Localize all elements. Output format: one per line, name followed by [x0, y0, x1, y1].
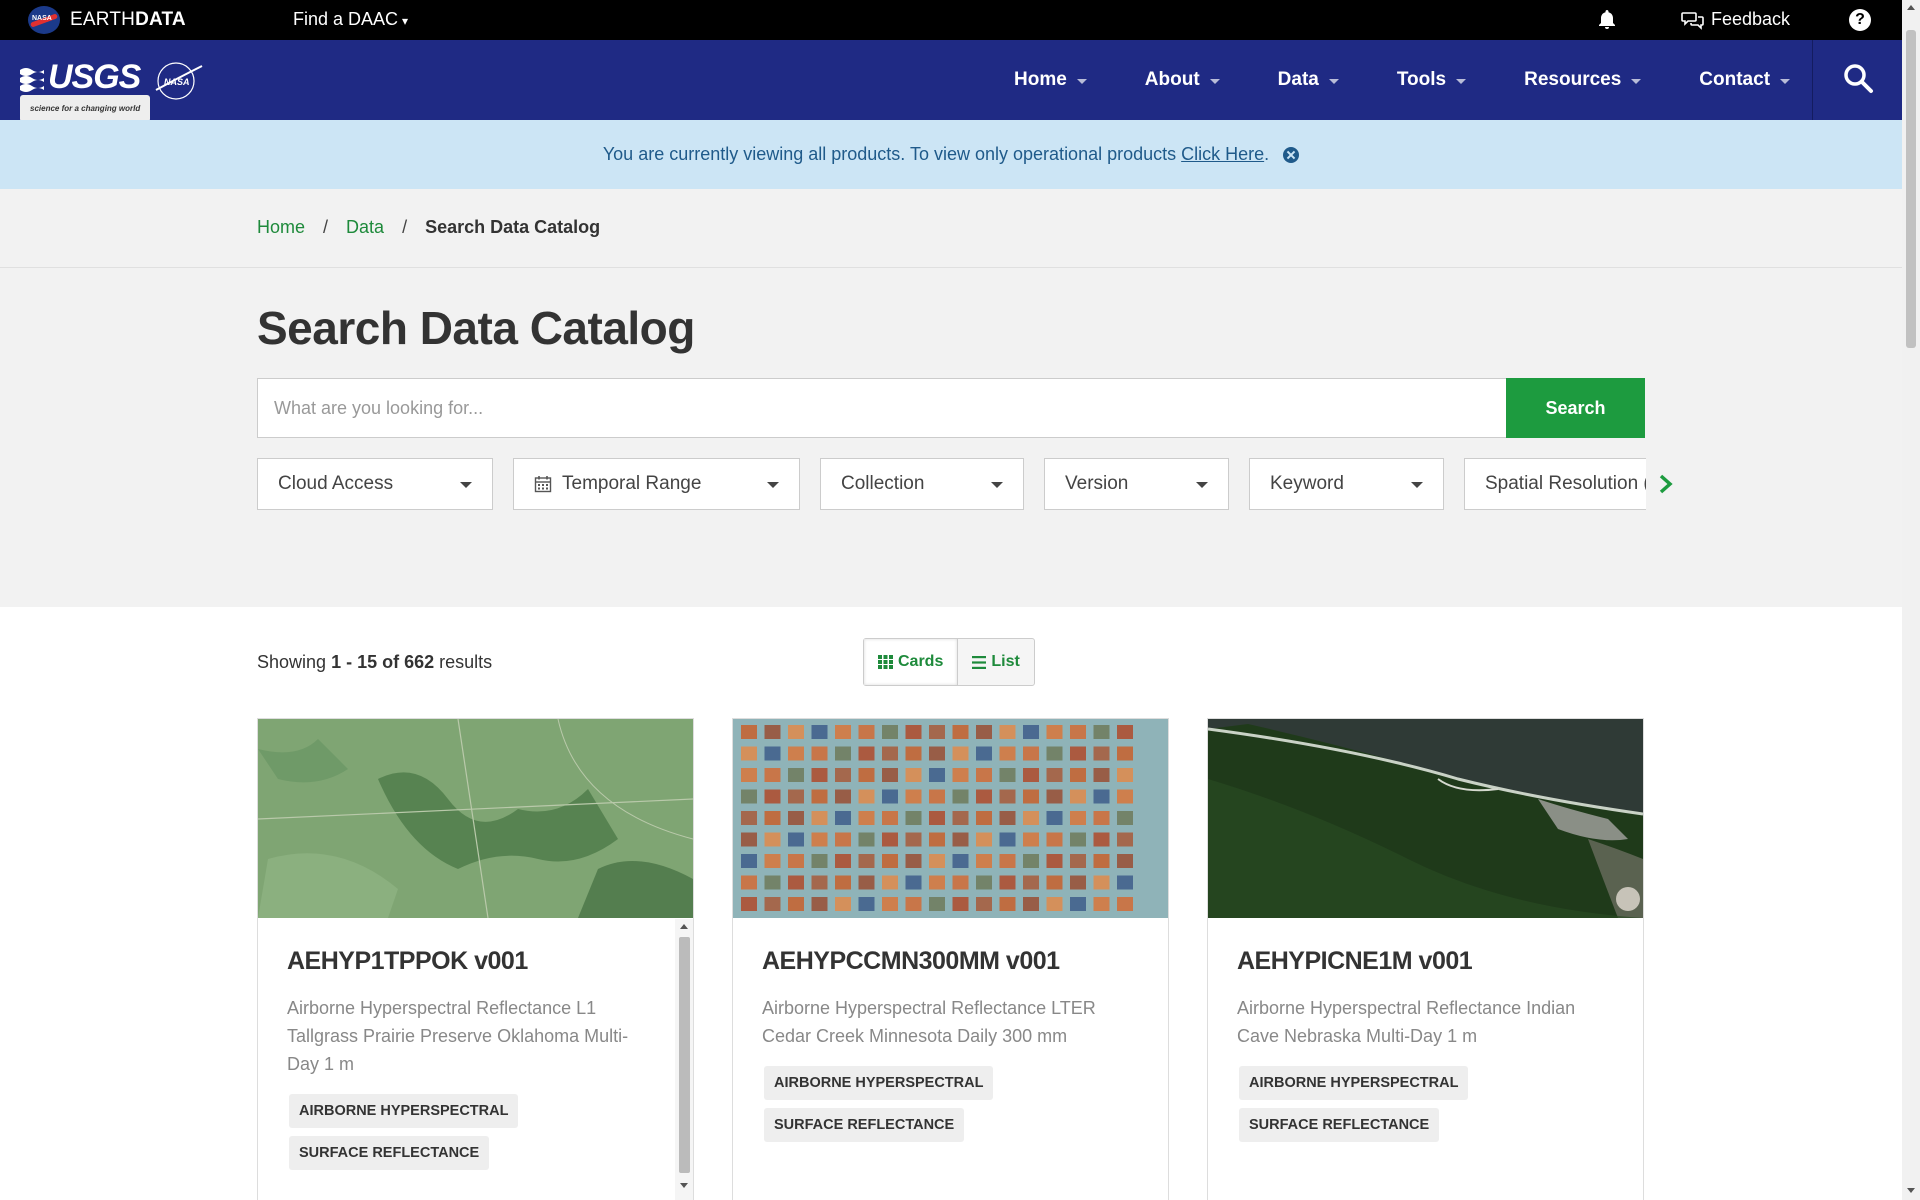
filter-spatial-resolution[interactable]: Spatial Resolution (	[1464, 458, 1646, 510]
caret-down-icon	[460, 482, 472, 488]
page-scrollbar[interactable]	[1902, 0, 1920, 1200]
cards-view-button[interactable]: Cards	[864, 639, 959, 685]
grid-icon	[878, 655, 893, 669]
main-nav-menu: Home About Data Tools Resources Contact	[1014, 40, 1848, 120]
list-view-button[interactable]: List	[958, 639, 1033, 685]
caret-down-icon	[1196, 482, 1208, 488]
alert-click-here-link[interactable]: Click Here	[1181, 144, 1264, 165]
search-icon[interactable]	[1842, 62, 1874, 94]
search-button[interactable]: Search	[1506, 378, 1645, 438]
nav-data[interactable]: Data	[1278, 69, 1339, 91]
product-thumbnail-image	[733, 719, 1168, 918]
calendar-icon	[534, 476, 552, 493]
main-navbar: USGS science for a changing world NASA H…	[0, 40, 1902, 122]
breadcrumb-current: Search Data Catalog	[425, 217, 601, 237]
svg-text:NASA: NASA	[164, 77, 190, 87]
earthdata-topbar: EARTHDATA Find a DAAC▾ Feedback ?	[0, 0, 1902, 40]
page-title: Search Data Catalog	[257, 302, 695, 354]
breadcrumb-separator: /	[323, 217, 329, 237]
chat-bubbles-icon	[1681, 11, 1704, 30]
breadcrumb: Home / Data / Search Data Catalog	[257, 217, 600, 238]
view-toggle: Cards List	[863, 638, 1035, 686]
list-icon	[972, 655, 987, 669]
card-description: Airborne Hyperspectral Reflectance L1 Ta…	[287, 998, 629, 1074]
nav-contact[interactable]: Contact	[1699, 69, 1791, 91]
card-description: Airborne Hyperspectral Reflectance India…	[1237, 998, 1576, 1046]
product-thumbnail-image	[1208, 719, 1643, 918]
earthdata-logo[interactable]: EARTHDATA	[28, 6, 186, 34]
filter-keyword[interactable]: Keyword	[1249, 458, 1444, 510]
alert-text: You are currently viewing all products. …	[602, 144, 1177, 164]
card-title[interactable]: AEHYPCCMN300MM v001	[762, 947, 1132, 976]
caret-down-icon: ▾	[402, 14, 409, 28]
card-title[interactable]: AEHYP1TPPOK v001	[287, 947, 657, 976]
keyword-tag[interactable]: AIRBORNE HYPERSPECTRAL	[764, 1066, 994, 1100]
card-description: Airborne Hyperspectral Reflectance LTER …	[762, 998, 1096, 1046]
nav-home[interactable]: Home	[1014, 69, 1087, 91]
chevron-right-icon[interactable]	[1656, 472, 1676, 496]
divider	[0, 267, 1902, 268]
bell-icon[interactable]	[1595, 8, 1619, 32]
nav-divider	[1812, 40, 1813, 120]
caret-down-icon	[1209, 78, 1220, 84]
card-title[interactable]: AEHYPICNE1M v001	[1237, 947, 1607, 976]
breadcrumb-home[interactable]: Home	[257, 217, 305, 238]
keyword-tag[interactable]: SURFACE REFLECTANCE	[289, 1136, 490, 1170]
caret-down-icon	[1780, 78, 1791, 84]
keyword-tag[interactable]: SURFACE REFLECTANCE	[1239, 1108, 1440, 1142]
caret-down-icon	[1456, 78, 1467, 84]
product-card[interactable]: AEHYP1TPPOK v001 Airborne Hyperspectral …	[257, 718, 694, 1200]
search-header-section: Home / Data / Search Data Catalog Search…	[0, 189, 1902, 607]
scrollbar-thumb[interactable]	[679, 937, 690, 1173]
scrollbar-thumb[interactable]	[1906, 30, 1916, 348]
product-card[interactable]: AEHYPICNE1M v001 Airborne Hyperspectral …	[1207, 718, 1644, 1200]
results-count: Showing 1 - 15 of 662 results	[257, 652, 493, 672]
usgs-waves-icon	[20, 67, 44, 92]
caret-down-icon	[991, 482, 1003, 488]
product-thumbnail-image	[258, 719, 693, 919]
nasa-meatball-icon	[28, 6, 60, 34]
nav-tools[interactable]: Tools	[1397, 69, 1467, 91]
scroll-down-arrow-icon[interactable]	[680, 1183, 688, 1188]
caret-down-icon	[1076, 78, 1087, 84]
breadcrumb-data[interactable]: Data	[346, 217, 384, 238]
usgs-tagline: science for a changing world	[20, 95, 151, 122]
filter-cloud-access[interactable]: Cloud Access	[257, 458, 493, 510]
catalog-search-input[interactable]	[257, 378, 1507, 438]
breadcrumb-separator: /	[402, 217, 408, 237]
earthdata-wordmark: EARTHDATA	[70, 9, 186, 30]
keyword-tag[interactable]: AIRBORNE HYPERSPECTRAL	[1239, 1066, 1469, 1100]
nav-resources[interactable]: Resources	[1524, 69, 1642, 91]
card-scrollbar[interactable]	[675, 919, 693, 1200]
nav-about[interactable]: About	[1145, 69, 1220, 91]
filter-temporal-range[interactable]: Temporal Range	[513, 458, 800, 510]
keyword-tag[interactable]: AIRBORNE HYPERSPECTRAL	[289, 1094, 519, 1128]
help-icon[interactable]: ?	[1849, 9, 1871, 31]
feedback-button[interactable]: Feedback	[1681, 9, 1790, 30]
product-card[interactable]: AEHYPCCMN300MM v001 Airborne Hyperspectr…	[732, 718, 1169, 1200]
caret-down-icon	[1411, 482, 1423, 488]
caret-down-icon	[1631, 78, 1642, 84]
caret-down-icon	[1328, 78, 1339, 84]
info-alert: You are currently viewing all products. …	[0, 120, 1902, 189]
alert-period: .	[1264, 144, 1270, 164]
scroll-down-arrow-icon[interactable]	[1907, 1188, 1915, 1193]
find-daac-dropdown[interactable]: Find a DAAC ▾	[293, 9, 408, 30]
filter-collection[interactable]: Collection	[820, 458, 1024, 510]
keyword-tag[interactable]: SURFACE REFLECTANCE	[764, 1108, 965, 1142]
filter-version[interactable]: Version	[1044, 458, 1229, 510]
caret-down-icon	[767, 482, 779, 488]
nasa-logo[interactable]: NASA	[152, 60, 204, 102]
scroll-up-arrow-icon[interactable]	[1907, 5, 1915, 10]
scroll-up-arrow-icon[interactable]	[680, 924, 688, 929]
close-circle-icon[interactable]	[1283, 146, 1300, 163]
